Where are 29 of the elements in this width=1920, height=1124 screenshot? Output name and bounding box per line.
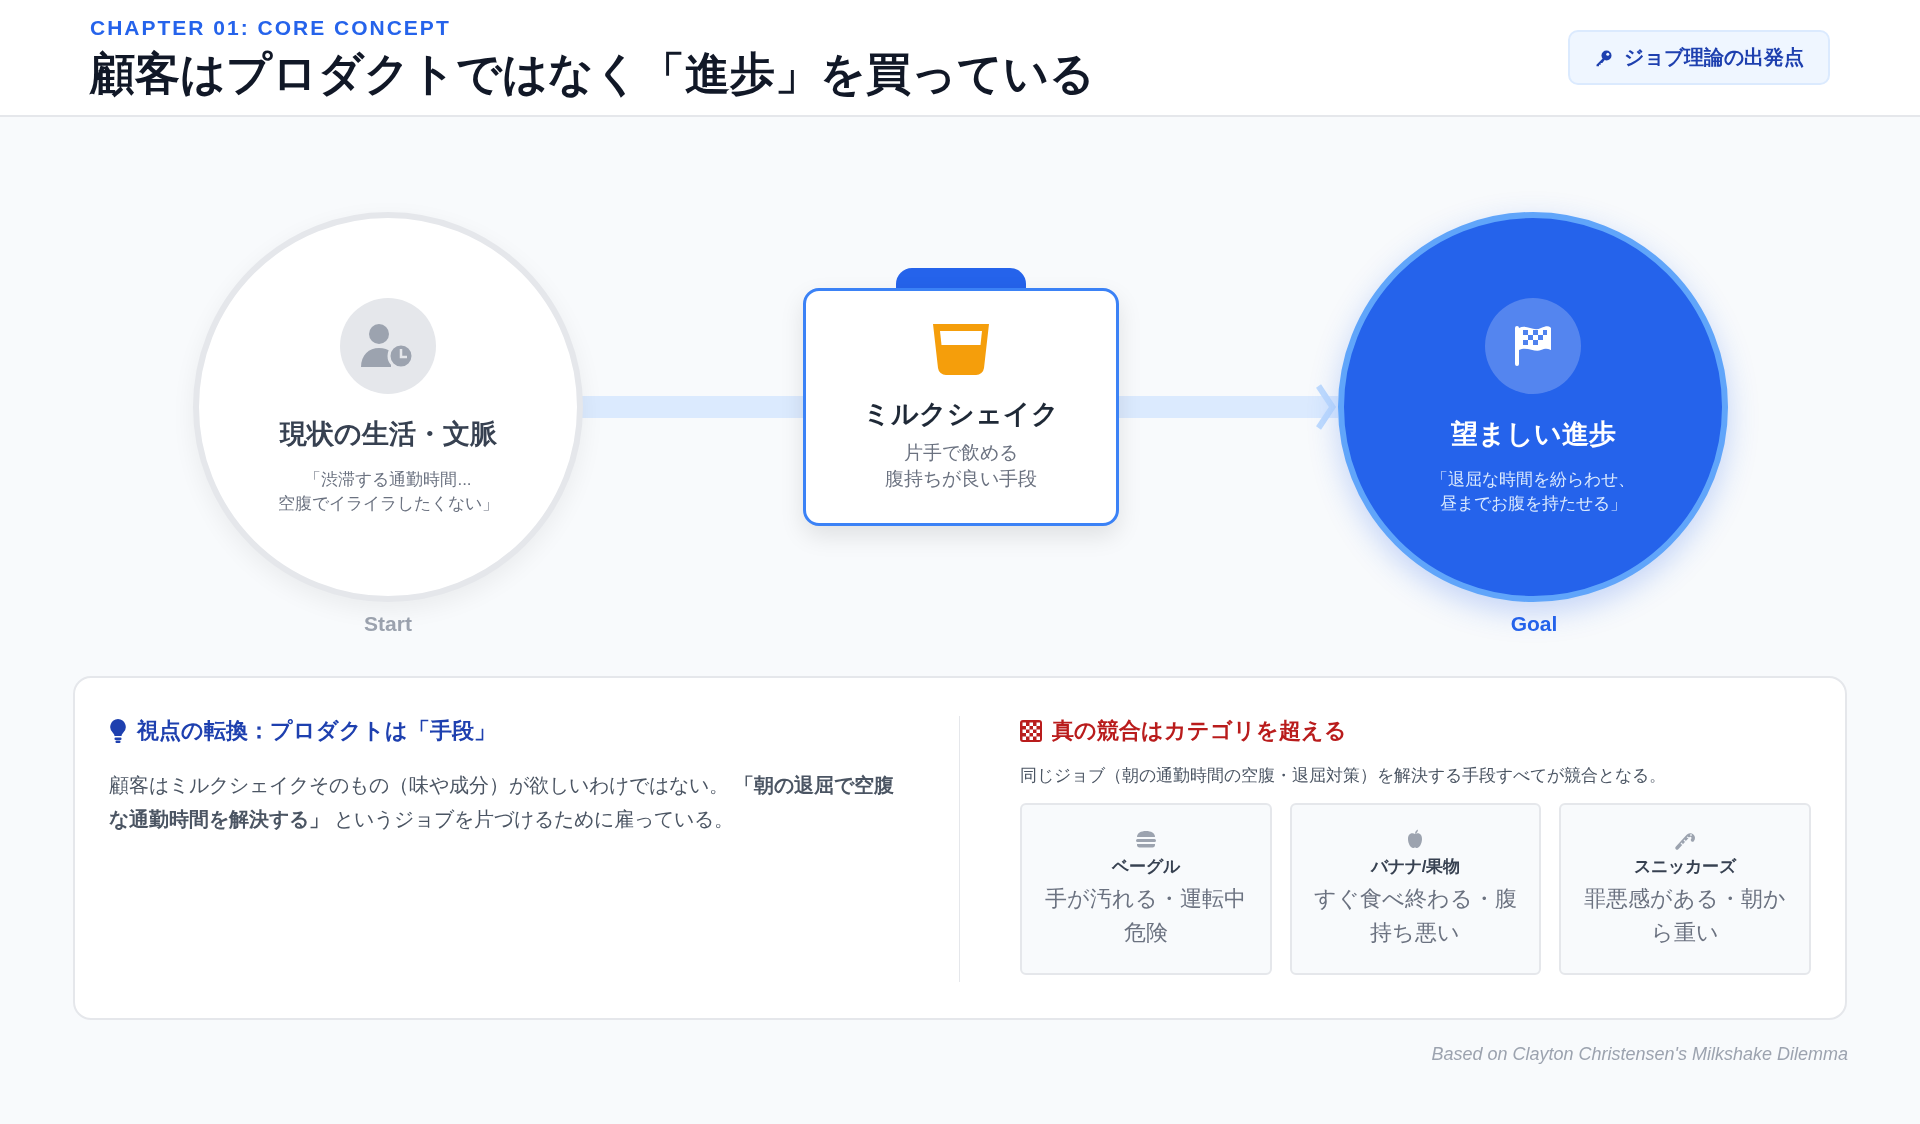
start-label: Start	[363, 612, 413, 636]
product-title: ミルクシェイク	[862, 398, 1059, 432]
insight-paragraph: 顧客はミルクシェイクそのもの（味や成分）が欲しいわけではない。 「朝の退屈で空腹な通勤時間を解決する」 というジョブを片づけるために雇っている。	[109, 773, 896, 833]
section-heading: 真の競合はカテゴリを超える	[1052, 717, 1347, 745]
alternative-drawback: 手が汚れる・運転中危険	[1044, 885, 1248, 948]
product-description: 腹持ちが良い手段	[884, 467, 1037, 491]
alternative-drawback: すぐ食べ終わる・腹持ち悪い	[1313, 885, 1518, 948]
section-heading: 視点の転換：プロダクトは「手段」	[137, 717, 496, 745]
node-quote: 空腹でイライラしたくない」	[277, 493, 499, 515]
product-description: 片手で飲める	[902, 441, 1019, 466]
alternative-name: スニッカーズ	[1634, 856, 1737, 878]
node-quote: 昼までお腹を持たせる」	[1438, 493, 1628, 515]
node-quote: 「退屈な時間を紛らわせ、	[1431, 469, 1635, 492]
node-title: 望ましい進歩	[1450, 418, 1616, 452]
section-subtitle: 同じジョブ（朝の通勤時間の空腹・退屈対策）を解決する手段すべてが競合となる。	[1020, 765, 1667, 787]
cup-icon	[930, 322, 991, 377]
source-note: Based on Clayton Christensen's Milkshake Dilemma	[1431, 1044, 1848, 1064]
topic-badge: ジョブ理論の出発点	[1568, 30, 1830, 85]
goal-label: Goal	[1509, 612, 1559, 636]
page-title: 顧客はプロダクトではなく「進歩」を買っている	[90, 46, 1095, 101]
alternative-drawback: 罪悪感がある・朝から重い	[1583, 885, 1788, 948]
alternative-name: バナナ/果物	[1370, 856, 1461, 878]
alternative-name: ベーグル	[1111, 856, 1180, 878]
checkered-flag-icon	[1513, 324, 1553, 369]
lightbulb-icon	[109, 719, 127, 743]
node-title: 現状の生活・文脈	[279, 418, 497, 452]
checkered-square-icon	[1020, 720, 1042, 742]
node-quote: 「渋滞する通勤時間...	[303, 469, 473, 492]
chapter-label: CHAPTER 01: CORE CONCEPT	[90, 15, 452, 40]
